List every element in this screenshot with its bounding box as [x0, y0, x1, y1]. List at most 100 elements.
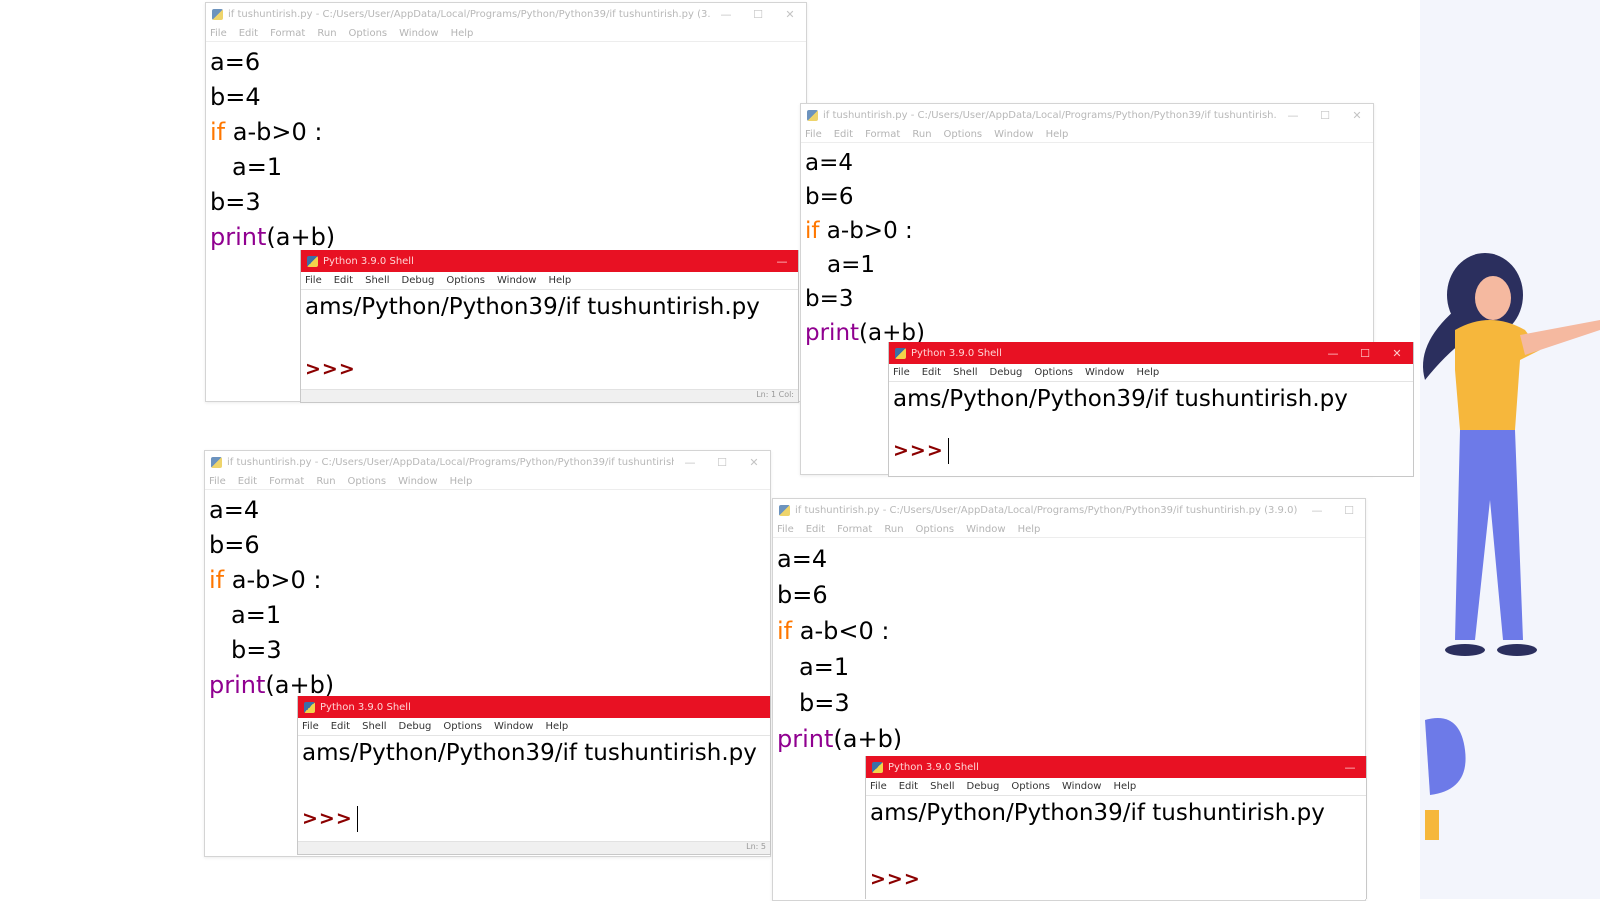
menu-edit[interactable]: Edit	[334, 275, 353, 286]
shell-title-bar[interactable]: Python 3.9.0 Shell — ☐ ✕	[889, 342, 1413, 364]
menu-window[interactable]: Window	[966, 524, 1005, 535]
menu-edit[interactable]: Edit	[331, 721, 350, 732]
maximize-icon[interactable]: ☐	[1349, 347, 1381, 360]
shell-title-bar[interactable]: Python 3.9.0 Shell	[298, 696, 770, 718]
menu-file[interactable]: File	[209, 476, 226, 487]
title-bar[interactable]: if tushuntirish.py - C:/Users/User/AppDa…	[801, 104, 1373, 126]
menu-file[interactable]: File	[210, 28, 227, 39]
maximize-icon[interactable]: ☐	[1333, 504, 1365, 517]
menu-help[interactable]: Help	[1113, 781, 1136, 792]
menu-file[interactable]: File	[302, 721, 319, 732]
text-cursor	[947, 438, 949, 464]
code-editor[interactable]: a=4 b=6 if a-b<0 : a=1 b=3 print(a+b)	[773, 538, 1365, 757]
menu-options[interactable]: Options	[348, 476, 387, 487]
close-icon[interactable]: ✕	[738, 456, 770, 469]
menu-window[interactable]: Window	[399, 28, 438, 39]
menu-run[interactable]: Run	[912, 129, 931, 140]
menu-file[interactable]: File	[870, 781, 887, 792]
menu-help[interactable]: Help	[1018, 524, 1041, 535]
shell-title-bar[interactable]: Python 3.9.0 Shell —	[866, 756, 1366, 778]
minimize-icon[interactable]: —	[1277, 109, 1309, 122]
menu-options[interactable]: Options	[1034, 367, 1073, 378]
code-line-2: b=4	[210, 83, 261, 111]
minimize-icon[interactable]: —	[1334, 761, 1366, 774]
menu-help[interactable]: Help	[1046, 129, 1069, 140]
menu-file[interactable]: File	[777, 524, 794, 535]
close-icon[interactable]: ✕	[774, 8, 806, 21]
shell-prompt[interactable]: >>>	[305, 358, 356, 380]
menu-edit[interactable]: Edit	[834, 129, 853, 140]
menu-debug[interactable]: Debug	[399, 721, 432, 732]
menu-options[interactable]: Options	[349, 28, 388, 39]
menu-shell[interactable]: Shell	[362, 721, 386, 732]
menu-window[interactable]: Window	[497, 275, 536, 286]
minimize-icon[interactable]: —	[766, 255, 798, 268]
menu-debug[interactable]: Debug	[967, 781, 1000, 792]
menu-edit[interactable]: Edit	[922, 367, 941, 378]
menu-help[interactable]: Help	[450, 476, 473, 487]
plant-illustration	[1425, 718, 1466, 840]
menu-window[interactable]: Window	[398, 476, 437, 487]
code-editor[interactable]: a=6 b=4 if a-b>0 : a=1 b=3 print(a+b)	[206, 42, 806, 255]
shell-menu-bar: File Edit Shell Debug Options Window Hel…	[298, 718, 770, 736]
menu-run[interactable]: Run	[317, 28, 336, 39]
menu-shell[interactable]: Shell	[953, 367, 977, 378]
close-icon[interactable]: ✕	[1341, 109, 1373, 122]
menu-options[interactable]: Options	[446, 275, 485, 286]
code-editor[interactable]: a=4 b=6 if a-b>0 : a=1 b=3 print(a+b)	[205, 490, 770, 703]
menu-file[interactable]: File	[805, 129, 822, 140]
menu-window[interactable]: Window	[994, 129, 1033, 140]
minimize-icon[interactable]: —	[674, 456, 706, 469]
idle-icon	[779, 504, 790, 516]
menu-edit[interactable]: Edit	[899, 781, 918, 792]
shell-prompt[interactable]: >>>	[893, 438, 949, 464]
code-line-3: if a-b<0 :	[777, 617, 890, 645]
shell-window-1[interactable]: Python 3.9.0 Shell — File Edit Shell Deb…	[300, 250, 799, 403]
menu-debug[interactable]: Debug	[402, 275, 435, 286]
menu-window[interactable]: Window	[494, 721, 533, 732]
menu-window[interactable]: Window	[1062, 781, 1101, 792]
menu-help[interactable]: Help	[1136, 367, 1159, 378]
menu-options[interactable]: Options	[916, 524, 955, 535]
menu-options[interactable]: Options	[1011, 781, 1050, 792]
title-bar[interactable]: if tushuntirish.py - C:/Users/User/AppDa…	[205, 451, 770, 473]
menu-shell[interactable]: Shell	[930, 781, 954, 792]
menu-edit[interactable]: Edit	[238, 476, 257, 487]
menu-format[interactable]: Format	[837, 524, 872, 535]
menu-file[interactable]: File	[305, 275, 322, 286]
shell-window-2[interactable]: Python 3.9.0 Shell — ☐ ✕ File Edit Shell…	[888, 342, 1414, 477]
menu-run[interactable]: Run	[316, 476, 335, 487]
shell-prompt[interactable]: >>>	[302, 806, 358, 832]
menu-format[interactable]: Format	[269, 476, 304, 487]
minimize-icon[interactable]: —	[1301, 504, 1333, 517]
title-bar[interactable]: if tushuntirish.py - C:/Users/User/AppDa…	[206, 3, 806, 25]
python-icon	[895, 347, 906, 359]
menu-run[interactable]: Run	[884, 524, 903, 535]
menu-window[interactable]: Window	[1085, 367, 1124, 378]
menu-shell[interactable]: Shell	[365, 275, 389, 286]
menu-help[interactable]: Help	[451, 28, 474, 39]
menu-edit[interactable]: Edit	[806, 524, 825, 535]
menu-help[interactable]: Help	[548, 275, 571, 286]
maximize-icon[interactable]: ☐	[1309, 109, 1341, 122]
menu-help[interactable]: Help	[545, 721, 568, 732]
minimize-icon[interactable]: —	[710, 8, 742, 21]
menu-file[interactable]: File	[893, 367, 910, 378]
menu-format[interactable]: Format	[270, 28, 305, 39]
code-editor[interactable]: a=4 b=6 if a-b>0 : a=1 b=3 print(a+b)	[801, 143, 1373, 350]
menu-options[interactable]: Options	[944, 129, 983, 140]
maximize-icon[interactable]: ☐	[706, 456, 738, 469]
title-bar[interactable]: if tushuntirish.py - C:/Users/User/AppDa…	[773, 499, 1365, 521]
code-line-4: a=1	[231, 601, 282, 629]
minimize-icon[interactable]: —	[1317, 347, 1349, 360]
menu-options[interactable]: Options	[443, 721, 482, 732]
shell-window-3[interactable]: Python 3.9.0 Shell File Edit Shell Debug…	[297, 696, 771, 855]
close-icon[interactable]: ✕	[1381, 347, 1413, 360]
shell-window-4[interactable]: Python 3.9.0 Shell — File Edit Shell Deb…	[865, 756, 1367, 899]
shell-prompt[interactable]: >>>	[870, 868, 921, 890]
menu-debug[interactable]: Debug	[990, 367, 1023, 378]
maximize-icon[interactable]: ☐	[742, 8, 774, 21]
shell-title-bar[interactable]: Python 3.9.0 Shell —	[301, 250, 798, 272]
menu-edit[interactable]: Edit	[239, 28, 258, 39]
menu-format[interactable]: Format	[865, 129, 900, 140]
